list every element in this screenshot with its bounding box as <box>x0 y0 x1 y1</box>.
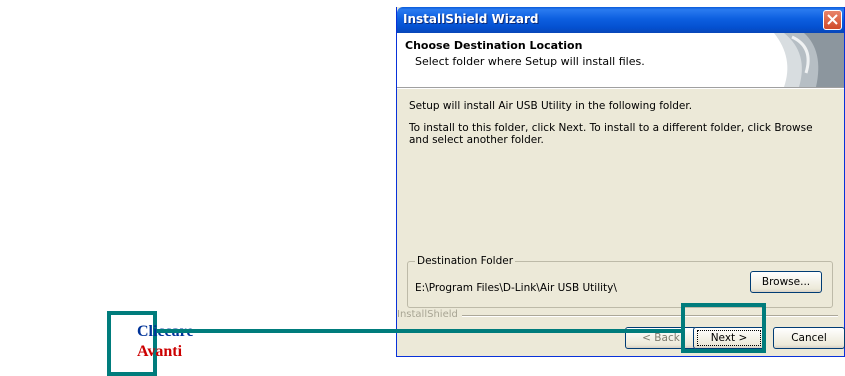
install-info-text: Setup will install Air USB Utility in th… <box>409 100 693 112</box>
installshield-brand-label: InstallShield <box>397 309 462 320</box>
instructions-text: To install to this folder, click Next. T… <box>409 122 813 146</box>
installshield-art-icon <box>774 33 844 87</box>
browse-button[interactable]: Browse... <box>750 271 822 293</box>
divider <box>457 315 838 317</box>
callout-connector-line <box>157 329 685 333</box>
installshield-wizard-window: InstallShield Wizard Choose Destination … <box>396 7 845 357</box>
cancel-button[interactable]: Cancel <box>773 327 845 349</box>
callout-line-2: Avanti <box>137 343 183 360</box>
destination-path: E:\Program Files\D-Link\Air USB Utility\ <box>415 282 617 294</box>
wizard-header: Choose Destination Location Select folde… <box>397 33 844 88</box>
destination-folder-group: Destination Folder E:\Program Files\D-Li… <box>407 255 833 308</box>
close-icon <box>827 14 838 25</box>
installshield-brand-divider: InstallShield <box>397 309 845 321</box>
destination-folder-label: Destination Folder <box>415 255 516 267</box>
callout-text: Cliccare Avanti <box>137 322 194 362</box>
page-title: Choose Destination Location <box>405 39 583 52</box>
page-subtitle: Select folder where Setup will install f… <box>415 55 645 68</box>
next-button-highlight <box>681 303 766 353</box>
title-bar[interactable]: InstallShield Wizard <box>397 7 844 33</box>
window-title: InstallShield Wizard <box>403 12 539 26</box>
close-button[interactable] <box>823 10 842 30</box>
